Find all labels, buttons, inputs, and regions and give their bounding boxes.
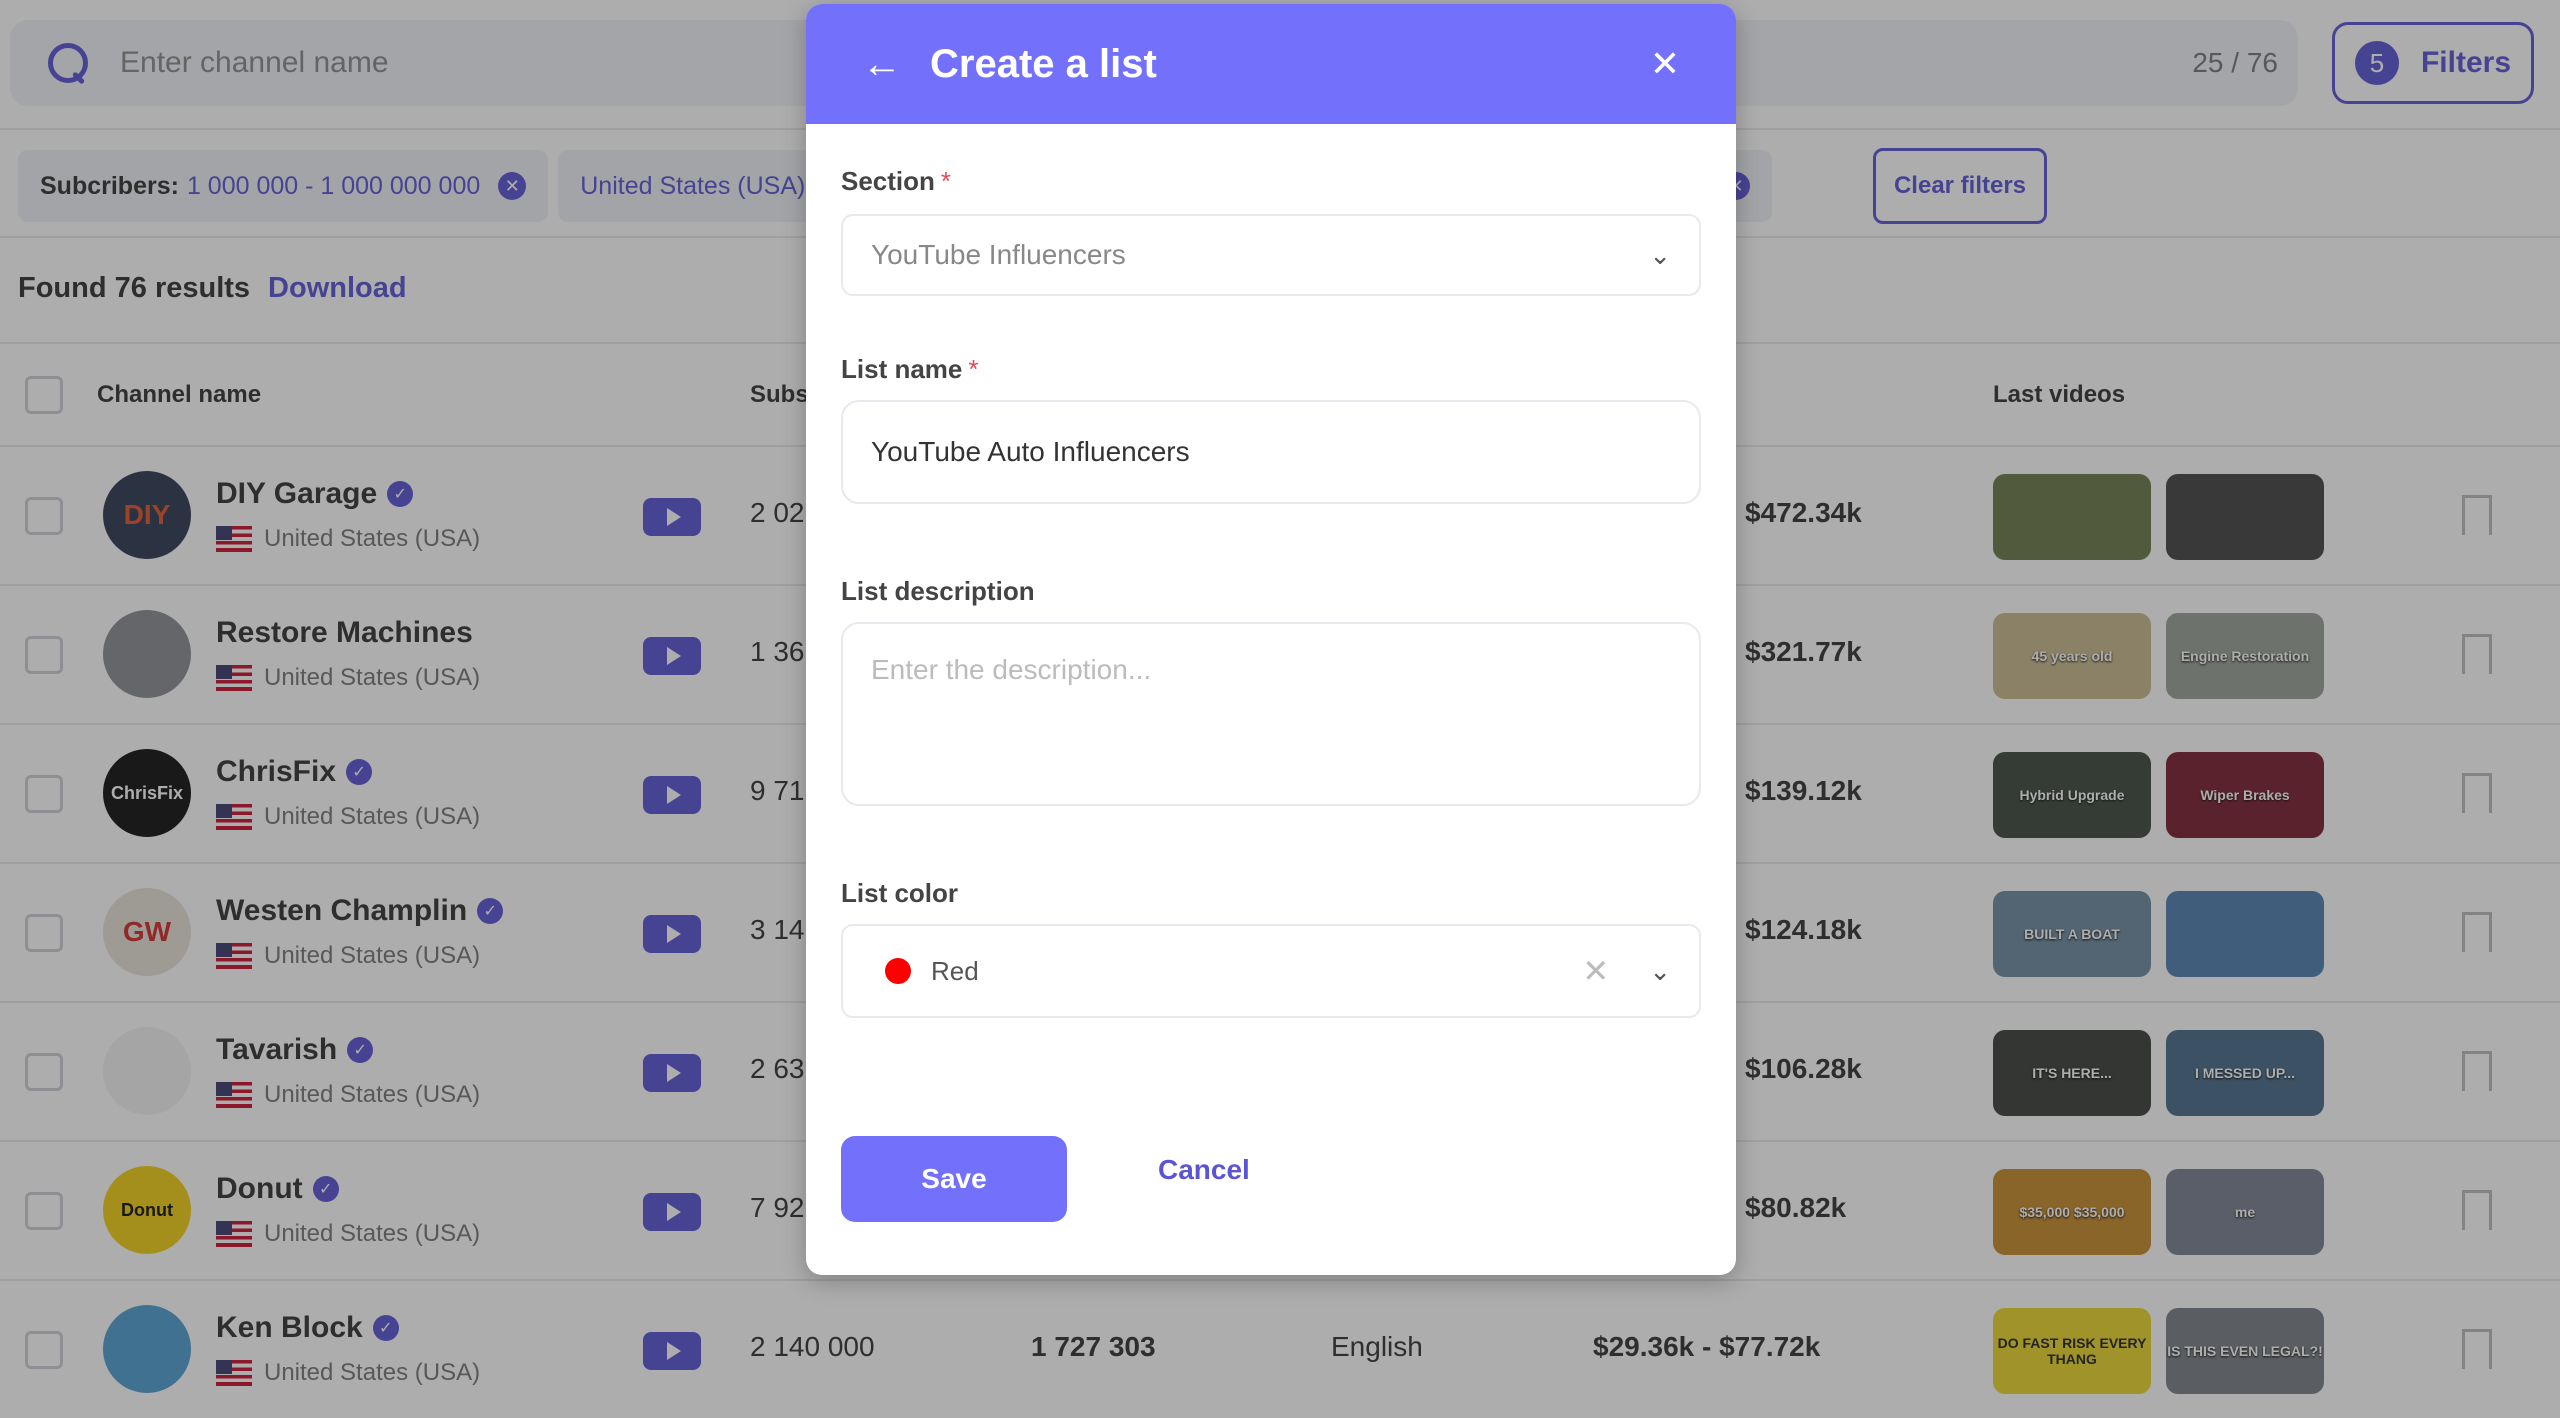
modal-title: Create a list	[930, 41, 1157, 86]
color-swatch	[885, 958, 911, 984]
list-name-value: YouTube Auto Influencers	[871, 436, 1190, 467]
save-button[interactable]: Save	[841, 1136, 1067, 1222]
list-name-label-text: List name	[841, 354, 963, 384]
section-select-value: YouTube Influencers	[871, 239, 1126, 270]
close-icon[interactable]: ✕	[1650, 43, 1680, 85]
chevron-down-icon[interactable]: ⌄	[1649, 240, 1671, 271]
required-mark: *	[940, 166, 952, 196]
page: 25 / 76 5 Filters Subcribers: 1 000 000 …	[0, 0, 2560, 1418]
clear-icon[interactable]: ✕	[1582, 952, 1609, 990]
list-name-label: List name *	[841, 354, 979, 385]
cancel-button[interactable]: Cancel	[1158, 1154, 1250, 1186]
list-description-textarea[interactable]: Enter the description...	[841, 622, 1701, 806]
create-list-modal: ← Create a list ✕ Section * YouTube Influ…	[806, 4, 1736, 1275]
list-color-select[interactable]: Red ✕ ⌄	[841, 924, 1701, 1018]
list-color-label: List color	[841, 878, 959, 908]
arrow-left-icon[interactable]: ←	[862, 42, 902, 87]
section-select[interactable]: YouTube Influencers ⌄	[841, 214, 1701, 296]
list-description-label: List description	[841, 576, 1035, 606]
modal-header: ← Create a list ✕	[806, 4, 1736, 124]
color-value: Red	[931, 955, 979, 986]
section-label-text: Section	[841, 166, 935, 196]
chevron-down-icon[interactable]: ⌄	[1649, 956, 1671, 987]
required-mark: *	[968, 354, 979, 384]
section-label: Section *	[841, 166, 951, 197]
list-name-input[interactable]: YouTube Auto Influencers	[841, 400, 1701, 504]
description-placeholder: Enter the description...	[871, 654, 1152, 685]
